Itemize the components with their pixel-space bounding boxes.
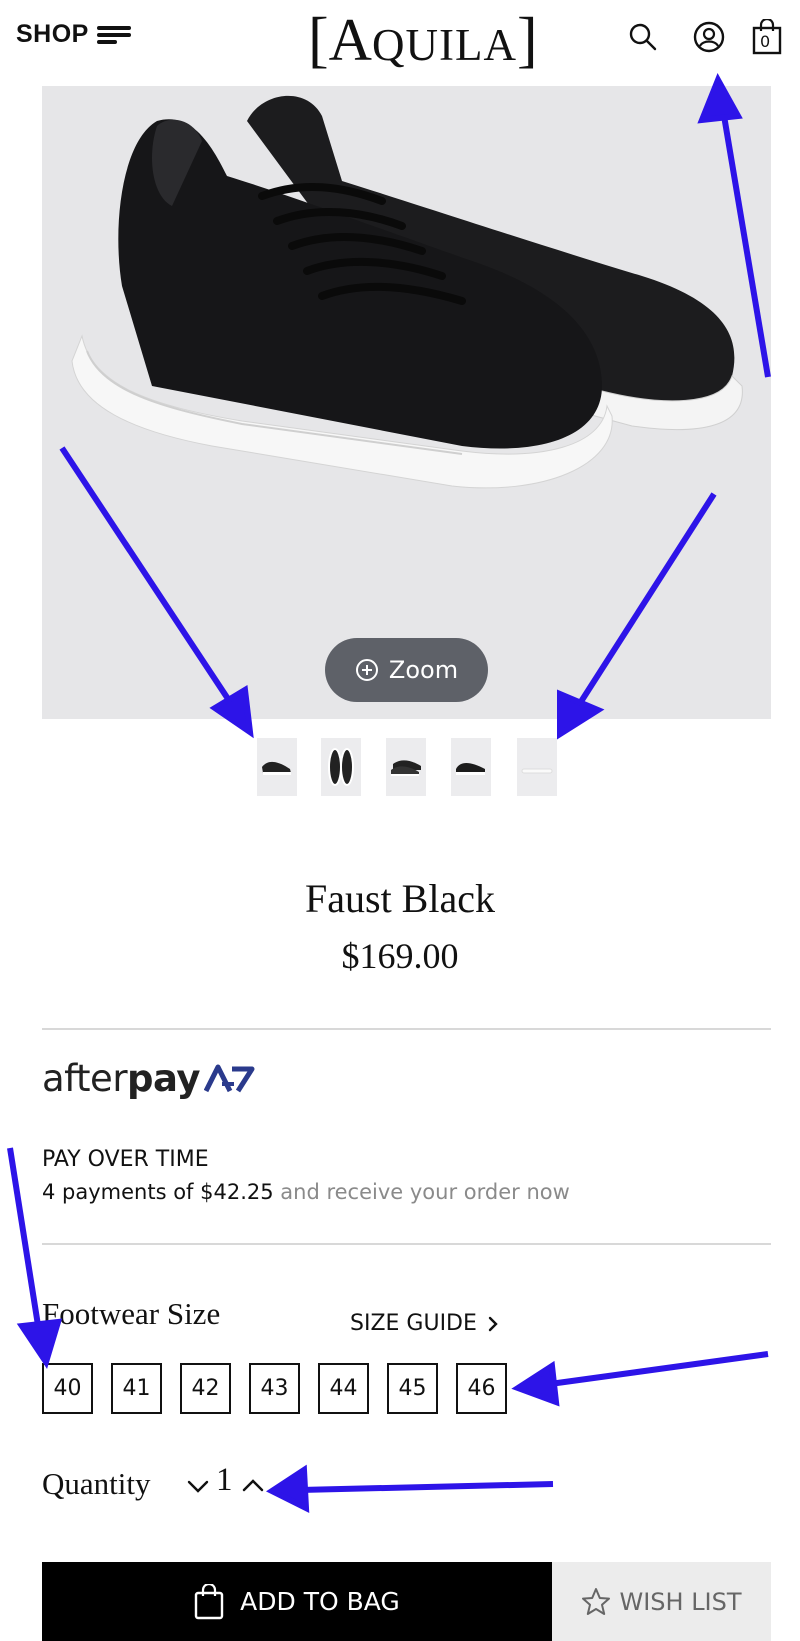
search-button[interactable] [626, 20, 660, 54]
afterpay-logo-bold: pay [127, 1057, 200, 1100]
thumbnail-3[interactable] [386, 738, 426, 796]
logo-bracket-open: [ [308, 6, 329, 74]
afterpay-arrows-icon [203, 1064, 255, 1092]
sneaker-pair-thumbnail-icon [391, 760, 421, 776]
size-guide-link[interactable]: SIZE GUIDE [350, 1311, 499, 1336]
sneaker-image [71, 95, 743, 489]
size-option-44[interactable]: 44 [318, 1363, 369, 1414]
afterpay-logo: after pay [42, 1057, 256, 1100]
brand-logo[interactable]: [AQUILA] [308, 5, 538, 80]
payments-line: 4 payments of $42.25 and receive your or… [42, 1180, 570, 1204]
account-icon [693, 21, 725, 53]
zoom-button[interactable]: Zoom [325, 638, 488, 702]
account-button[interactable] [692, 20, 726, 54]
quantity-value: 1 [216, 1462, 233, 1498]
thumbnail-5[interactable] [517, 738, 557, 796]
logo-word: QUILA [372, 20, 517, 70]
size-option-42[interactable]: 42 [180, 1363, 231, 1414]
arrow-to-quantity [299, 1481, 554, 1493]
star-icon [582, 1587, 611, 1615]
quantity-increase-chevron-up-icon[interactable] [241, 1474, 265, 1498]
size-option-46[interactable]: 46 [456, 1363, 507, 1414]
wish-list-label: WISH LIST [619, 1587, 742, 1616]
product-title: Faust Black [305, 876, 495, 921]
payments-amount: 4 payments of $42.25 [42, 1180, 274, 1204]
quantity-label: Quantity [42, 1466, 151, 1501]
shop-label: SHOP [16, 20, 89, 48]
size-option-41[interactable]: 41 [111, 1363, 162, 1414]
size-option-43[interactable]: 43 [249, 1363, 300, 1414]
arrow-to-size-40 [7, 1147, 43, 1339]
size-guide-label: SIZE GUIDE [350, 1311, 477, 1336]
size-option-40[interactable]: 40 [42, 1363, 93, 1414]
search-icon [629, 23, 657, 51]
sneaker-thumbnail-icon [262, 761, 291, 775]
pay-over-time-title: PAY OVER TIME [42, 1147, 209, 1172]
bag-button[interactable]: 0 [750, 19, 784, 55]
add-to-bag-button[interactable]: ADD TO BAG [42, 1562, 552, 1641]
footwear-size-label: Footwear Size [42, 1296, 221, 1331]
thumbnail-2[interactable] [321, 738, 361, 796]
shopping-bag-icon [194, 1583, 224, 1619]
sneaker-side-thumbnail-icon [456, 763, 485, 775]
arrow-to-size-46 [549, 1351, 769, 1387]
add-to-bag-label: ADD TO BAG [240, 1587, 400, 1616]
wish-list-button[interactable]: WISH LIST [552, 1562, 771, 1641]
thumbnail-4[interactable] [451, 738, 491, 796]
quantity-decrease-chevron-down-icon[interactable] [186, 1474, 210, 1498]
divider [42, 1028, 771, 1030]
chevron-right-icon [488, 1316, 498, 1331]
menu-icon [96, 25, 131, 44]
thumbnail-1[interactable] [257, 738, 297, 796]
logo-bracket-close: ] [516, 6, 538, 74]
sneaker-top-thumbnail-icon [328, 748, 354, 786]
afterpay-logo-light: after [42, 1057, 128, 1100]
product-image[interactable] [42, 86, 771, 719]
product-price: $169.00 [341, 936, 459, 976]
logo-initial: A [328, 7, 372, 73]
shop-menu-button[interactable]: SHOP [16, 20, 131, 49]
divider [42, 1243, 771, 1245]
zoom-plus-icon [355, 659, 378, 681]
sneaker-sole-thumbnail-icon [521, 768, 553, 774]
zoom-label: Zoom [388, 656, 459, 684]
bag-count: 0 [760, 32, 771, 51]
size-option-45[interactable]: 45 [387, 1363, 438, 1414]
payments-receive-text: and receive your order now [273, 1180, 570, 1204]
